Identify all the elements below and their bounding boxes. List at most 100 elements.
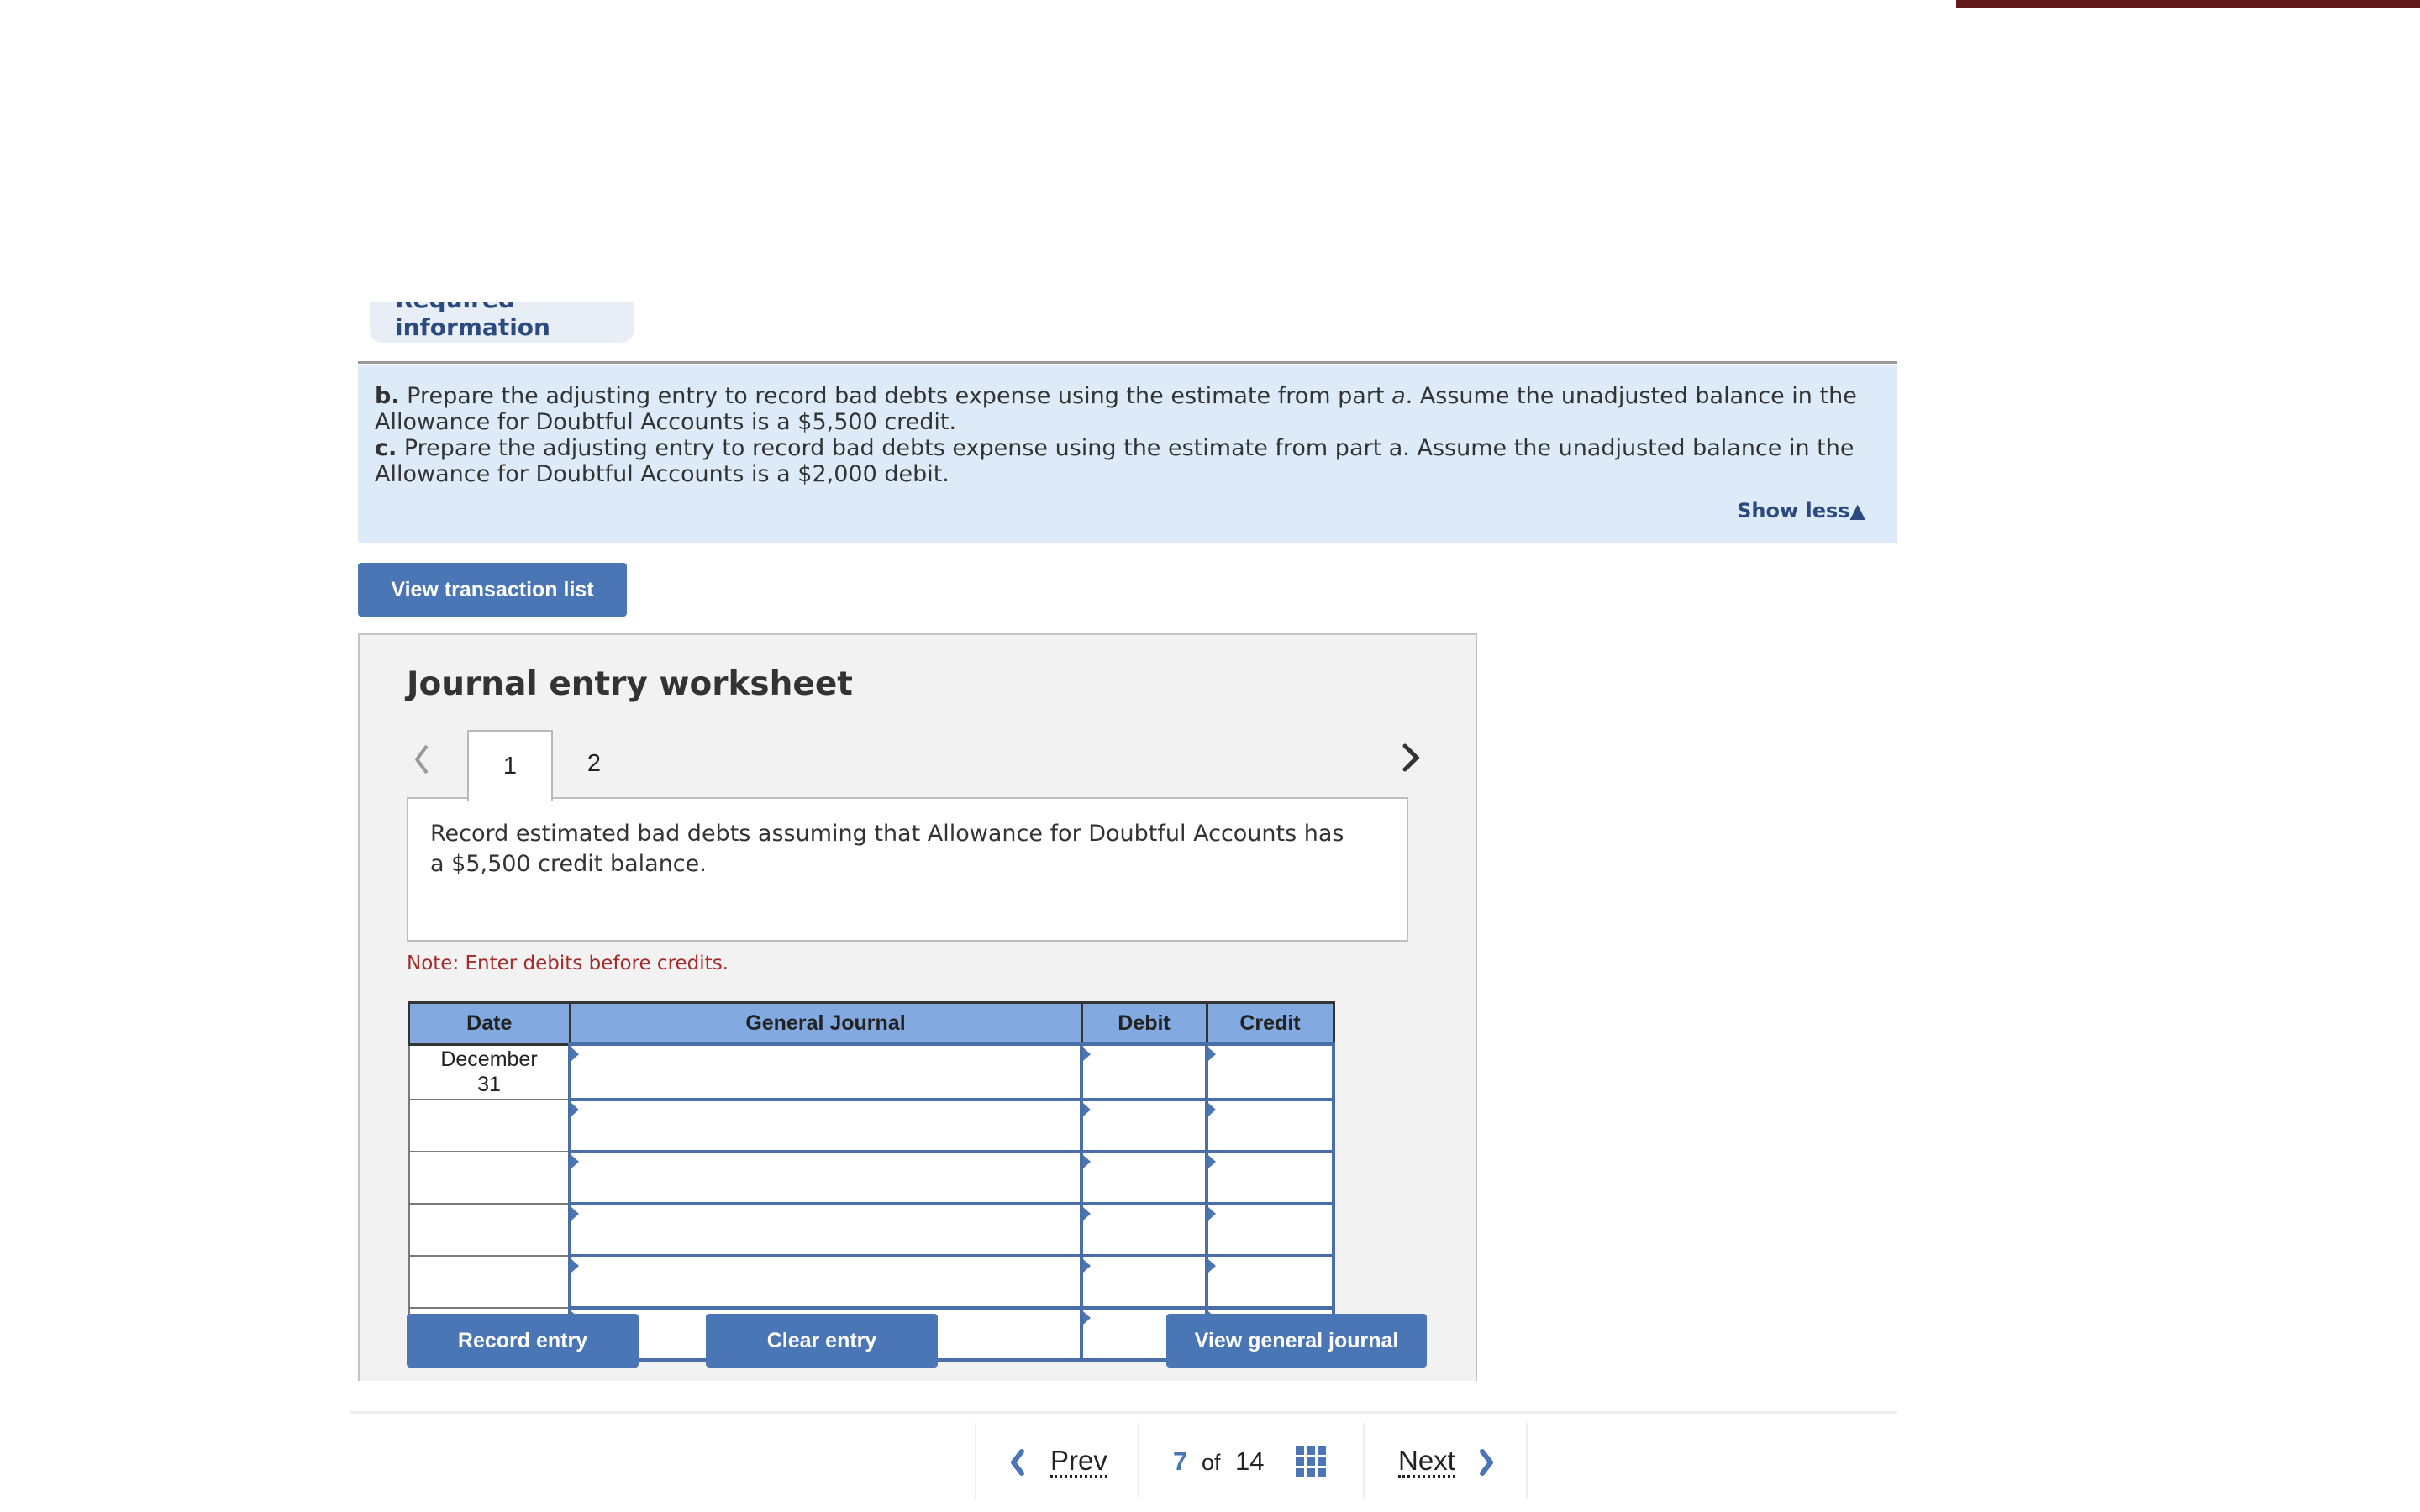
dropdown-indicator-icon bbox=[571, 1259, 579, 1273]
dropdown-indicator-icon bbox=[1208, 1155, 1216, 1168]
account-input[interactable] bbox=[571, 1100, 1083, 1151]
credit-input[interactable] bbox=[1208, 1257, 1335, 1307]
pager-divider bbox=[1363, 1423, 1365, 1499]
prompt-part-c: c. Prepare the adjusting entry to record… bbox=[375, 435, 1879, 487]
date-cell bbox=[408, 1203, 571, 1257]
dropdown-indicator-icon bbox=[1208, 1259, 1216, 1273]
debit-input[interactable] bbox=[1083, 1205, 1208, 1255]
pager-divider bbox=[975, 1423, 976, 1499]
grid-icon[interactable] bbox=[1296, 1446, 1326, 1477]
date-cell: December 31 bbox=[408, 1043, 571, 1100]
account-input-cell[interactable] bbox=[568, 1254, 1083, 1310]
dropdown-indicator-icon bbox=[1208, 1047, 1216, 1061]
view-transaction-list-button[interactable]: View transaction list bbox=[358, 563, 627, 617]
dropdown-indicator-icon bbox=[1083, 1259, 1091, 1273]
pager-divider bbox=[1138, 1423, 1139, 1499]
top-accent-bar bbox=[1956, 0, 2420, 8]
question-prompt: b. Prepare the adjusting entry to record… bbox=[358, 365, 1897, 543]
account-input-cell[interactable] bbox=[568, 1098, 1083, 1153]
credit-input-cell[interactable] bbox=[1205, 1150, 1335, 1205]
general-journal-table: Date General Journal Debit Credit Decemb… bbox=[408, 1001, 1335, 1362]
credit-input[interactable] bbox=[1208, 1152, 1335, 1203]
total-pages: 14 bbox=[1235, 1446, 1265, 1476]
pager-divider bbox=[1526, 1423, 1528, 1499]
clear-entry-button[interactable]: Clear entry bbox=[706, 1314, 938, 1368]
part-b-label: b. bbox=[375, 383, 400, 409]
current-page: 7 bbox=[1173, 1446, 1188, 1476]
dropdown-indicator-icon bbox=[1208, 1103, 1216, 1116]
account-input[interactable] bbox=[571, 1045, 1083, 1099]
debit-input[interactable] bbox=[1083, 1045, 1208, 1099]
prev-link[interactable]: Prev bbox=[1050, 1446, 1107, 1478]
next-chevron-icon[interactable] bbox=[1477, 1448, 1496, 1477]
required-information-label: Required information bbox=[395, 302, 550, 341]
footer-divider bbox=[350, 1411, 1897, 1414]
view-general-journal-button[interactable]: View general journal bbox=[1166, 1314, 1427, 1368]
part-c-text: Prepare the adjusting entry to record ba… bbox=[375, 435, 1854, 487]
chevron-left-icon[interactable] bbox=[412, 743, 432, 776]
chevron-right-icon[interactable] bbox=[1400, 741, 1422, 774]
dropdown-indicator-icon bbox=[571, 1207, 579, 1221]
account-input[interactable] bbox=[571, 1152, 1083, 1203]
dropdown-indicator-icon bbox=[571, 1103, 579, 1116]
part-b-italic: a bbox=[1392, 383, 1406, 409]
table-row bbox=[408, 1202, 1335, 1257]
header-date: Date bbox=[408, 1001, 571, 1046]
next-link[interactable]: Next bbox=[1398, 1446, 1455, 1478]
worksheet-title: Journal entry worksheet bbox=[407, 665, 853, 703]
date-cell bbox=[408, 1151, 571, 1205]
pagination: Prev 7 of 14 Next bbox=[975, 1423, 1529, 1499]
credit-input-cell[interactable] bbox=[1205, 1042, 1335, 1101]
dropdown-indicator-icon bbox=[1083, 1207, 1091, 1221]
prev-chevron-icon[interactable] bbox=[1008, 1448, 1027, 1477]
table-header-row: Date General Journal Debit Credit bbox=[408, 1001, 1335, 1046]
part-c-label: c. bbox=[375, 435, 397, 461]
dropdown-indicator-icon bbox=[571, 1047, 579, 1061]
credit-input[interactable] bbox=[1208, 1100, 1335, 1151]
credit-input-cell[interactable] bbox=[1205, 1098, 1335, 1153]
debit-input[interactable] bbox=[1083, 1257, 1208, 1307]
debit-input-cell[interactable] bbox=[1080, 1098, 1208, 1153]
tab-1[interactable]: 1 bbox=[467, 730, 553, 801]
debit-input-cell[interactable] bbox=[1080, 1150, 1208, 1205]
entry-note: Note: Enter debits before credits. bbox=[407, 953, 729, 974]
account-input-cell[interactable] bbox=[568, 1202, 1083, 1257]
dropdown-indicator-icon bbox=[1208, 1207, 1216, 1221]
header-credit: Credit bbox=[1206, 1001, 1335, 1046]
account-input-cell[interactable] bbox=[568, 1042, 1083, 1101]
header-debit: Debit bbox=[1081, 1001, 1208, 1046]
debit-input[interactable] bbox=[1083, 1100, 1208, 1151]
table-row bbox=[408, 1150, 1335, 1205]
debit-input-cell[interactable] bbox=[1080, 1202, 1208, 1257]
credit-input[interactable] bbox=[1208, 1045, 1335, 1099]
table-row bbox=[408, 1098, 1335, 1153]
table-row bbox=[408, 1254, 1335, 1310]
credit-input-cell[interactable] bbox=[1205, 1202, 1335, 1257]
date-cell bbox=[408, 1099, 571, 1152]
credit-input[interactable] bbox=[1208, 1205, 1335, 1255]
account-input[interactable] bbox=[571, 1257, 1083, 1307]
debit-input[interactable] bbox=[1083, 1152, 1208, 1203]
credit-input-cell[interactable] bbox=[1205, 1254, 1335, 1310]
debit-input-cell[interactable] bbox=[1080, 1042, 1208, 1101]
tab-2[interactable]: 2 bbox=[556, 730, 632, 797]
part-b-text: Prepare the adjusting entry to record ba… bbox=[399, 383, 1392, 409]
show-less-link[interactable]: Show less▲ bbox=[1737, 499, 1865, 522]
dropdown-indicator-icon bbox=[1083, 1155, 1091, 1168]
header-general-journal: General Journal bbox=[569, 1001, 1083, 1046]
record-entry-button[interactable]: Record entry bbox=[407, 1314, 639, 1368]
dropdown-indicator-icon bbox=[571, 1155, 579, 1168]
table-row: December 31 bbox=[408, 1042, 1335, 1101]
account-input-cell[interactable] bbox=[568, 1150, 1083, 1205]
debit-input-cell[interactable] bbox=[1080, 1254, 1208, 1310]
entry-description: Record estimated bad debts assuming that… bbox=[430, 821, 1344, 877]
dropdown-indicator-icon bbox=[1083, 1103, 1091, 1116]
date-cell bbox=[408, 1255, 571, 1309]
dropdown-indicator-icon bbox=[1083, 1311, 1091, 1325]
dropdown-indicator-icon bbox=[1083, 1047, 1091, 1061]
journal-entry-worksheet: Journal entry worksheet 1 2 Record estim… bbox=[358, 633, 1477, 1381]
required-information-tab[interactable]: Required information bbox=[370, 302, 634, 343]
entry-description-box: Record estimated bad debts assuming that… bbox=[407, 797, 1408, 942]
page-of: of bbox=[1202, 1450, 1221, 1475]
account-input[interactable] bbox=[571, 1205, 1083, 1255]
